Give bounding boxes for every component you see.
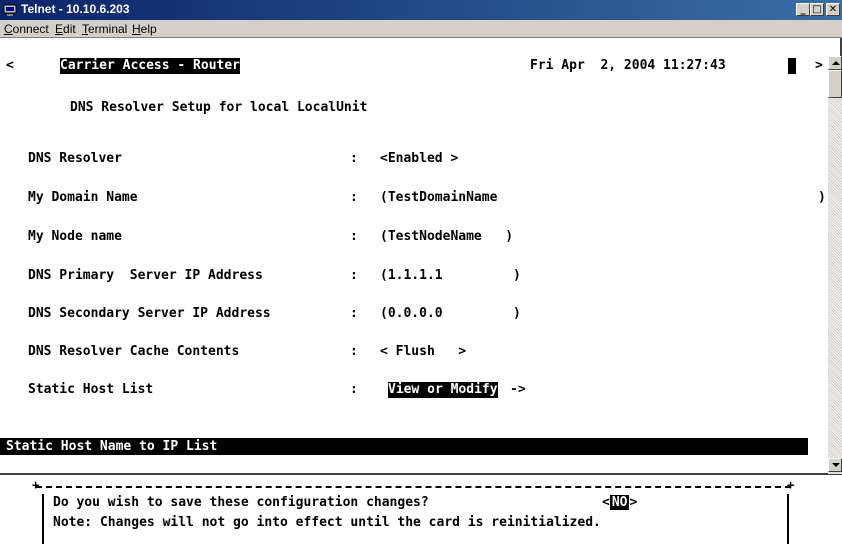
dialog-top-border <box>36 486 791 488</box>
dialog-right-border <box>787 494 789 544</box>
arrow-down-icon <box>832 463 840 467</box>
menu-bar: Connect Edit Terminal Help <box>0 20 842 38</box>
scroll-thumb[interactable] <box>828 70 842 98</box>
field-label: My Domain Name <box>28 190 138 205</box>
header-title: Carrier Access - Router <box>60 58 241 74</box>
field-sep: : <box>350 190 358 205</box>
primary-server-value[interactable]: (1.1.1.1 ) <box>380 268 521 284</box>
field-label: Static Host List <box>28 382 154 397</box>
field-label: DNS Secondary Server IP Address <box>28 306 271 321</box>
maximize-icon: □ <box>812 4 822 15</box>
window-title: Telnet - 10.10.6.203 <box>21 2 130 16</box>
header-datetime: Fri Apr 2, 2004 11:27:43 <box>530 58 726 73</box>
scroll-left-marker: < <box>6 58 14 73</box>
menu-connect[interactable]: Connect <box>4 22 49 36</box>
minimize-button[interactable]: _ <box>796 3 810 16</box>
field-sep: : <box>350 382 358 397</box>
cache-flush-value[interactable]: < Flush > <box>380 344 466 360</box>
field-sep: : <box>350 229 358 244</box>
scroll-right-marker: > <box>815 58 823 73</box>
field-label: My Node name <box>28 229 122 244</box>
cursor <box>788 58 796 74</box>
field-label: DNS Primary Server IP Address <box>28 268 263 283</box>
menu-help[interactable]: Help <box>132 22 157 36</box>
telnet-app-icon <box>3 4 17 16</box>
dialog-corner-left: + <box>32 478 40 492</box>
save-question: Do you wish to save these configuration … <box>53 495 429 510</box>
close-button[interactable]: ✕ <box>826 3 840 16</box>
field-label: DNS Resolver Cache Contents <box>28 344 240 359</box>
scroll-up-button[interactable] <box>828 56 842 70</box>
minimize-icon: _ <box>800 4 806 15</box>
menu-edit[interactable]: Edit <box>55 22 76 36</box>
field-sep: : <box>350 344 358 359</box>
domain-name-value[interactable]: (TestDomainName <box>380 190 497 206</box>
title-bar[interactable]: Telnet - 10.10.6.203 _ □ ✕ <box>0 0 842 20</box>
telnet-window: Telnet - 10.10.6.203 _ □ ✕ Connect Edit … <box>0 0 842 475</box>
field-sep: : <box>350 306 358 321</box>
dialog-left-border <box>42 494 44 544</box>
node-name-value[interactable]: (TestNodeName ) <box>380 229 513 245</box>
static-host-arrow: -> <box>510 382 526 397</box>
field-sep: : <box>350 268 358 283</box>
menu-terminal[interactable]: Terminal <box>82 22 127 36</box>
dialog-corner-right: + <box>787 478 795 492</box>
save-note: Note: Changes will not go into effect un… <box>53 515 601 530</box>
save-choice[interactable]: < NO > <box>602 494 637 512</box>
close-icon: ✕ <box>828 4 838 15</box>
secondary-server-value[interactable]: (0.0.0.0 ) <box>380 306 521 322</box>
save-confirmation-box: + + Do you wish to save these configurat… <box>32 479 795 544</box>
arrow-up-icon <box>832 61 840 65</box>
scroll-down-button[interactable] <box>828 458 842 472</box>
terminal-screen[interactable]: < Carrier Access - Router Fri Apr 2, 200… <box>0 38 828 473</box>
field-label: DNS Resolver <box>28 151 122 166</box>
save-choice-value[interactable]: NO <box>609 495 630 510</box>
dns-resolver-value[interactable]: <Enabled > <box>380 151 458 167</box>
domain-name-close: ) <box>818 190 826 205</box>
status-line-text: Static Host Name to IP List <box>6 439 218 454</box>
vertical-scrollbar[interactable] <box>828 56 842 474</box>
screen-title: DNS Resolver Setup for local LocalUnit <box>70 100 368 115</box>
static-host-view-modify[interactable]: View or Modify <box>388 382 498 398</box>
field-sep: : <box>350 151 358 166</box>
status-line: Static Host Name to IP List <box>0 438 808 455</box>
maximize-button[interactable]: □ <box>810 3 824 16</box>
